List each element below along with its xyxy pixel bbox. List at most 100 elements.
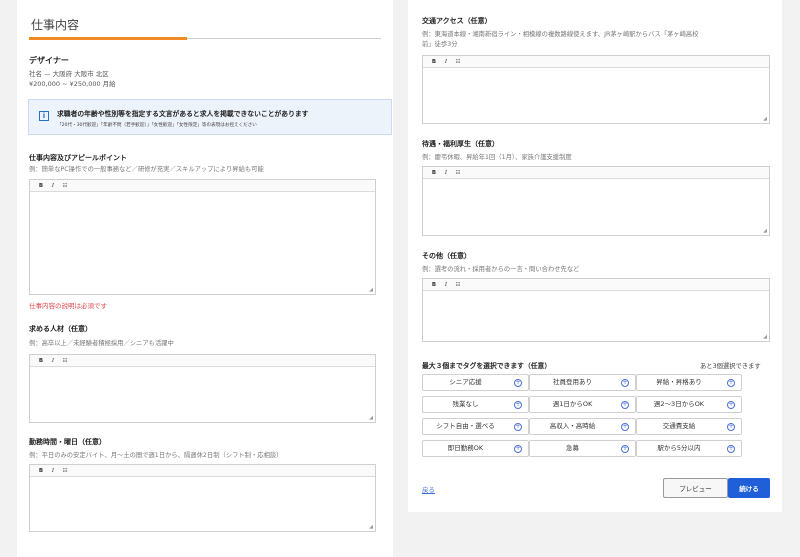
list-button[interactable]: ☷ <box>59 356 71 366</box>
access-textarea[interactable] <box>423 68 769 123</box>
add-icon: + <box>727 445 735 453</box>
access-hint-line2: 前」徒歩3分 <box>422 41 458 48</box>
bold-button[interactable]: B <box>35 466 47 476</box>
tag-label: 急募 <box>566 444 579 452</box>
add-icon: + <box>621 445 629 453</box>
section-accent-bar <box>29 37 187 40</box>
bold-button[interactable]: B <box>35 356 47 366</box>
italic-button[interactable]: I <box>440 168 452 178</box>
preview-button[interactable]: プレビュー <box>663 478 728 498</box>
italic-button[interactable]: I <box>440 57 452 67</box>
appeal-error: 仕事内容の説明は必須です <box>29 302 107 310</box>
section-title: 仕事内容 <box>31 18 80 32</box>
resize-handle[interactable]: ◢ <box>763 229 767 234</box>
back-link[interactable]: 戻る <box>422 484 435 494</box>
appeal-textarea[interactable] <box>30 192 375 294</box>
tag-button[interactable]: 高収入・高時給 + <box>529 418 636 435</box>
add-icon: + <box>514 379 522 387</box>
tag-button[interactable]: 駅から5分以内 + <box>636 440 742 457</box>
bold-button[interactable]: B <box>35 181 47 191</box>
hours-hint: 例：平日のみの安定バイト、月～土の間で週1日から、隔週休2日制（シフト制・応相談… <box>29 452 283 459</box>
italic-button[interactable]: I <box>440 280 452 290</box>
resize-handle[interactable]: ◢ <box>763 335 767 340</box>
notice-title: 求職者の年齢や性別等を指定する文言があると求人を掲載できないことがあります <box>57 110 309 118</box>
tag-label: 残業なし <box>452 400 479 408</box>
tag-button[interactable]: 週1日からOK + <box>529 396 636 413</box>
list-button[interactable]: ☷ <box>452 168 464 178</box>
bold-button[interactable]: B <box>428 57 440 67</box>
tags-label: 最大３個までタグを選択できます（任意） <box>422 362 552 370</box>
info-icon: i <box>39 111 49 121</box>
appeal-label: 仕事内容及びアピールポイント <box>29 154 127 162</box>
tag-button[interactable]: 週2〜3日からOK + <box>636 396 742 413</box>
continue-button[interactable]: 続ける <box>728 478 770 498</box>
add-icon: + <box>727 379 735 387</box>
editor-toolbar: B I ☷ <box>30 355 375 367</box>
tag-button[interactable]: 交通費支給 + <box>636 418 742 435</box>
tag-label: 高収入・高時給 <box>549 422 596 430</box>
hours-label: 勤務時間・曜日（任意） <box>29 438 106 446</box>
requirements-hint: 例：高卒以上／未経験者積極採用／シニアも活躍中 <box>29 340 174 347</box>
italic-button[interactable]: I <box>47 356 59 366</box>
tag-button[interactable]: シニア応援 + <box>422 374 529 391</box>
tag-label: 週1日からOK <box>552 400 593 408</box>
tag-label: 即日勤務OK <box>447 444 484 452</box>
tag-label: 社員登用あり <box>553 378 592 386</box>
job-title: デザイナー <box>29 56 69 65</box>
list-button[interactable]: ☷ <box>452 280 464 290</box>
list-button[interactable]: ☷ <box>59 466 71 476</box>
tags-remaining: あと3個選択できます <box>700 363 761 370</box>
tag-label: 週2〜3日からOK <box>653 400 705 408</box>
access-label: 交通アクセス（任意） <box>422 17 492 25</box>
hours-textarea[interactable] <box>30 477 375 531</box>
bold-button[interactable]: B <box>428 168 440 178</box>
tag-button[interactable]: 社員登用あり + <box>529 374 636 391</box>
hours-editor[interactable]: B I ☷ ◢ <box>29 464 376 532</box>
requirements-textarea[interactable] <box>30 367 375 422</box>
other-editor[interactable]: B I ☷ ◢ <box>422 278 770 342</box>
tag-button[interactable]: 残業なし + <box>422 396 529 413</box>
section-header: 仕事内容 <box>29 0 381 40</box>
other-label: その他（任意） <box>422 252 471 260</box>
other-textarea[interactable] <box>423 291 769 341</box>
company-location: 社名 — 大阪府 大阪市 北区 <box>29 70 109 78</box>
tag-label: 交通費支給 <box>662 422 696 430</box>
resize-handle[interactable]: ◢ <box>763 117 767 122</box>
add-icon: + <box>727 401 735 409</box>
tag-label: 駅から5分以内 <box>657 444 701 452</box>
requirements-editor[interactable]: B I ☷ ◢ <box>29 354 376 423</box>
notice-banner: i 求職者の年齢や性別等を指定する文言があると求人を掲載できないことがあります … <box>28 99 392 135</box>
resize-handle[interactable]: ◢ <box>369 525 373 530</box>
list-button[interactable]: ☷ <box>452 57 464 67</box>
tag-button[interactable]: 急募 + <box>529 440 636 457</box>
appeal-hint: 例：簡単なPC操作での一般事務など／研修が充実／スキルアップにより昇給も可能 <box>29 166 264 173</box>
other-hint: 例：選考の流れ・採用者からの一言・問い合わせ先など <box>422 266 580 273</box>
benefits-textarea[interactable] <box>423 179 769 235</box>
tag-label: シフト自由・選べる <box>436 422 495 430</box>
appeal-editor[interactable]: B I ☷ ◢ <box>29 179 376 295</box>
add-icon: + <box>514 445 522 453</box>
access-editor[interactable]: B I ☷ ◢ <box>422 55 770 124</box>
benefits-editor[interactable]: B I ☷ ◢ <box>422 166 770 236</box>
tag-button[interactable]: 即日勤務OK + <box>422 440 529 457</box>
additional-info-panel: 交通アクセス（任意） 例：東海道本線・湘南新宿ライン・相模線の複数路線使えます、… <box>408 0 782 512</box>
editor-toolbar: B I ☷ <box>423 279 769 291</box>
notice-detail: 「20代・30代歓迎」「年齢不問（若手歓迎）」「女性歓迎」「女性限定」等の表現は… <box>57 123 257 128</box>
add-icon: + <box>621 423 629 431</box>
resize-handle[interactable]: ◢ <box>369 416 373 421</box>
tag-button[interactable]: シフト自由・選べる + <box>422 418 529 435</box>
add-icon: + <box>727 423 735 431</box>
bold-button[interactable]: B <box>428 280 440 290</box>
tag-label: 昇給・昇格あり <box>656 378 702 386</box>
access-hint-line1: 例：東海道本線・湘南新宿ライン・相模線の複数路線使えます、JR茅ヶ崎駅からバス「… <box>422 31 699 38</box>
benefits-label: 待遇・福利厚生（任意） <box>422 140 499 148</box>
italic-button[interactable]: I <box>47 466 59 476</box>
add-icon: + <box>514 401 522 409</box>
resize-handle[interactable]: ◢ <box>369 288 373 293</box>
tag-button[interactable]: 昇給・昇格あり + <box>636 374 742 391</box>
italic-button[interactable]: I <box>47 181 59 191</box>
add-icon: + <box>514 423 522 431</box>
list-button[interactable]: ☷ <box>59 181 71 191</box>
add-icon: + <box>621 401 629 409</box>
add-icon: + <box>621 379 629 387</box>
